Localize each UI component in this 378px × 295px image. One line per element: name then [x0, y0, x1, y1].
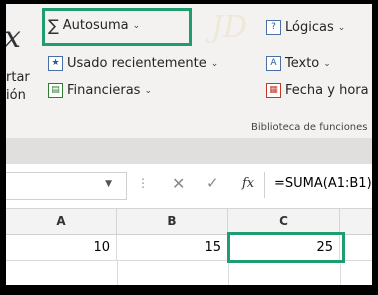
insert-function-label-1: rtar [6, 70, 30, 85]
star-icon: ★ [48, 56, 63, 71]
recently-used-label: Usado recientemente [67, 56, 207, 71]
function-library-group-label: Biblioteca de funciones [251, 122, 368, 133]
column-header-b[interactable]: B [117, 209, 228, 234]
datetime-label: Fecha y hora [285, 83, 369, 98]
formula-bar: ▼ ⋮ ✕ ✓ fx =SUMA(A1:B1) [6, 164, 372, 209]
ribbon-separator [6, 138, 372, 164]
calendar-icon: ▦ [266, 83, 281, 98]
selected-cell-highlight [227, 232, 345, 263]
datetime-button[interactable]: ▦ Fecha y hora [266, 83, 369, 98]
logical-icon: ? [266, 20, 281, 35]
cell-a1[interactable]: 10 [6, 235, 117, 260]
chevron-down-icon: ⌄ [337, 22, 346, 33]
cell-c2[interactable] [228, 261, 341, 285]
financial-button[interactable]: ▤ Financieras ⌄ [48, 83, 152, 98]
text-button[interactable]: A Texto ⌄ [266, 56, 331, 71]
formula-input[interactable]: =SUMA(A1:B1) [274, 176, 372, 191]
autosum-highlight [42, 8, 192, 46]
cell-b2[interactable] [117, 261, 229, 285]
chevron-down-icon[interactable]: ▼ [105, 179, 112, 189]
chevron-down-icon: ⌄ [144, 85, 152, 96]
name-box[interactable]: ▼ [6, 172, 127, 200]
logical-label: Lógicas [285, 20, 334, 35]
cell-a2[interactable] [6, 261, 118, 285]
logical-button[interactable]: ? Lógicas ⌄ [266, 20, 345, 35]
chevron-down-icon: ⌄ [323, 58, 331, 69]
text-label: Texto [285, 56, 320, 71]
formula-divider [264, 172, 265, 198]
financial-icon: ▤ [48, 83, 63, 98]
column-header-a[interactable]: A [6, 209, 117, 234]
chevron-down-icon: ⌄ [210, 58, 219, 69]
fx-icon[interactable]: fx [242, 176, 254, 191]
watermark-logo: JD [211, 10, 248, 45]
enter-check-icon[interactable]: ✓ [206, 174, 219, 192]
insert-function-icon[interactable]: x [6, 20, 21, 55]
divider-dots-icon: ⋮ [137, 176, 149, 190]
cell-b1[interactable]: 15 [117, 235, 228, 260]
excel-window: JD x rtar ión ∑ Autosuma ⌄ ★ Usado recie… [6, 4, 372, 285]
financial-label: Financieras [67, 83, 141, 98]
recently-used-button[interactable]: ★ Usado recientemente ⌄ [48, 56, 218, 71]
insert-function-label-2: ión [6, 88, 26, 103]
column-header-c[interactable]: C [228, 209, 340, 234]
table-row [6, 261, 372, 285]
text-icon: A [266, 56, 281, 71]
cancel-icon[interactable]: ✕ [172, 174, 185, 193]
